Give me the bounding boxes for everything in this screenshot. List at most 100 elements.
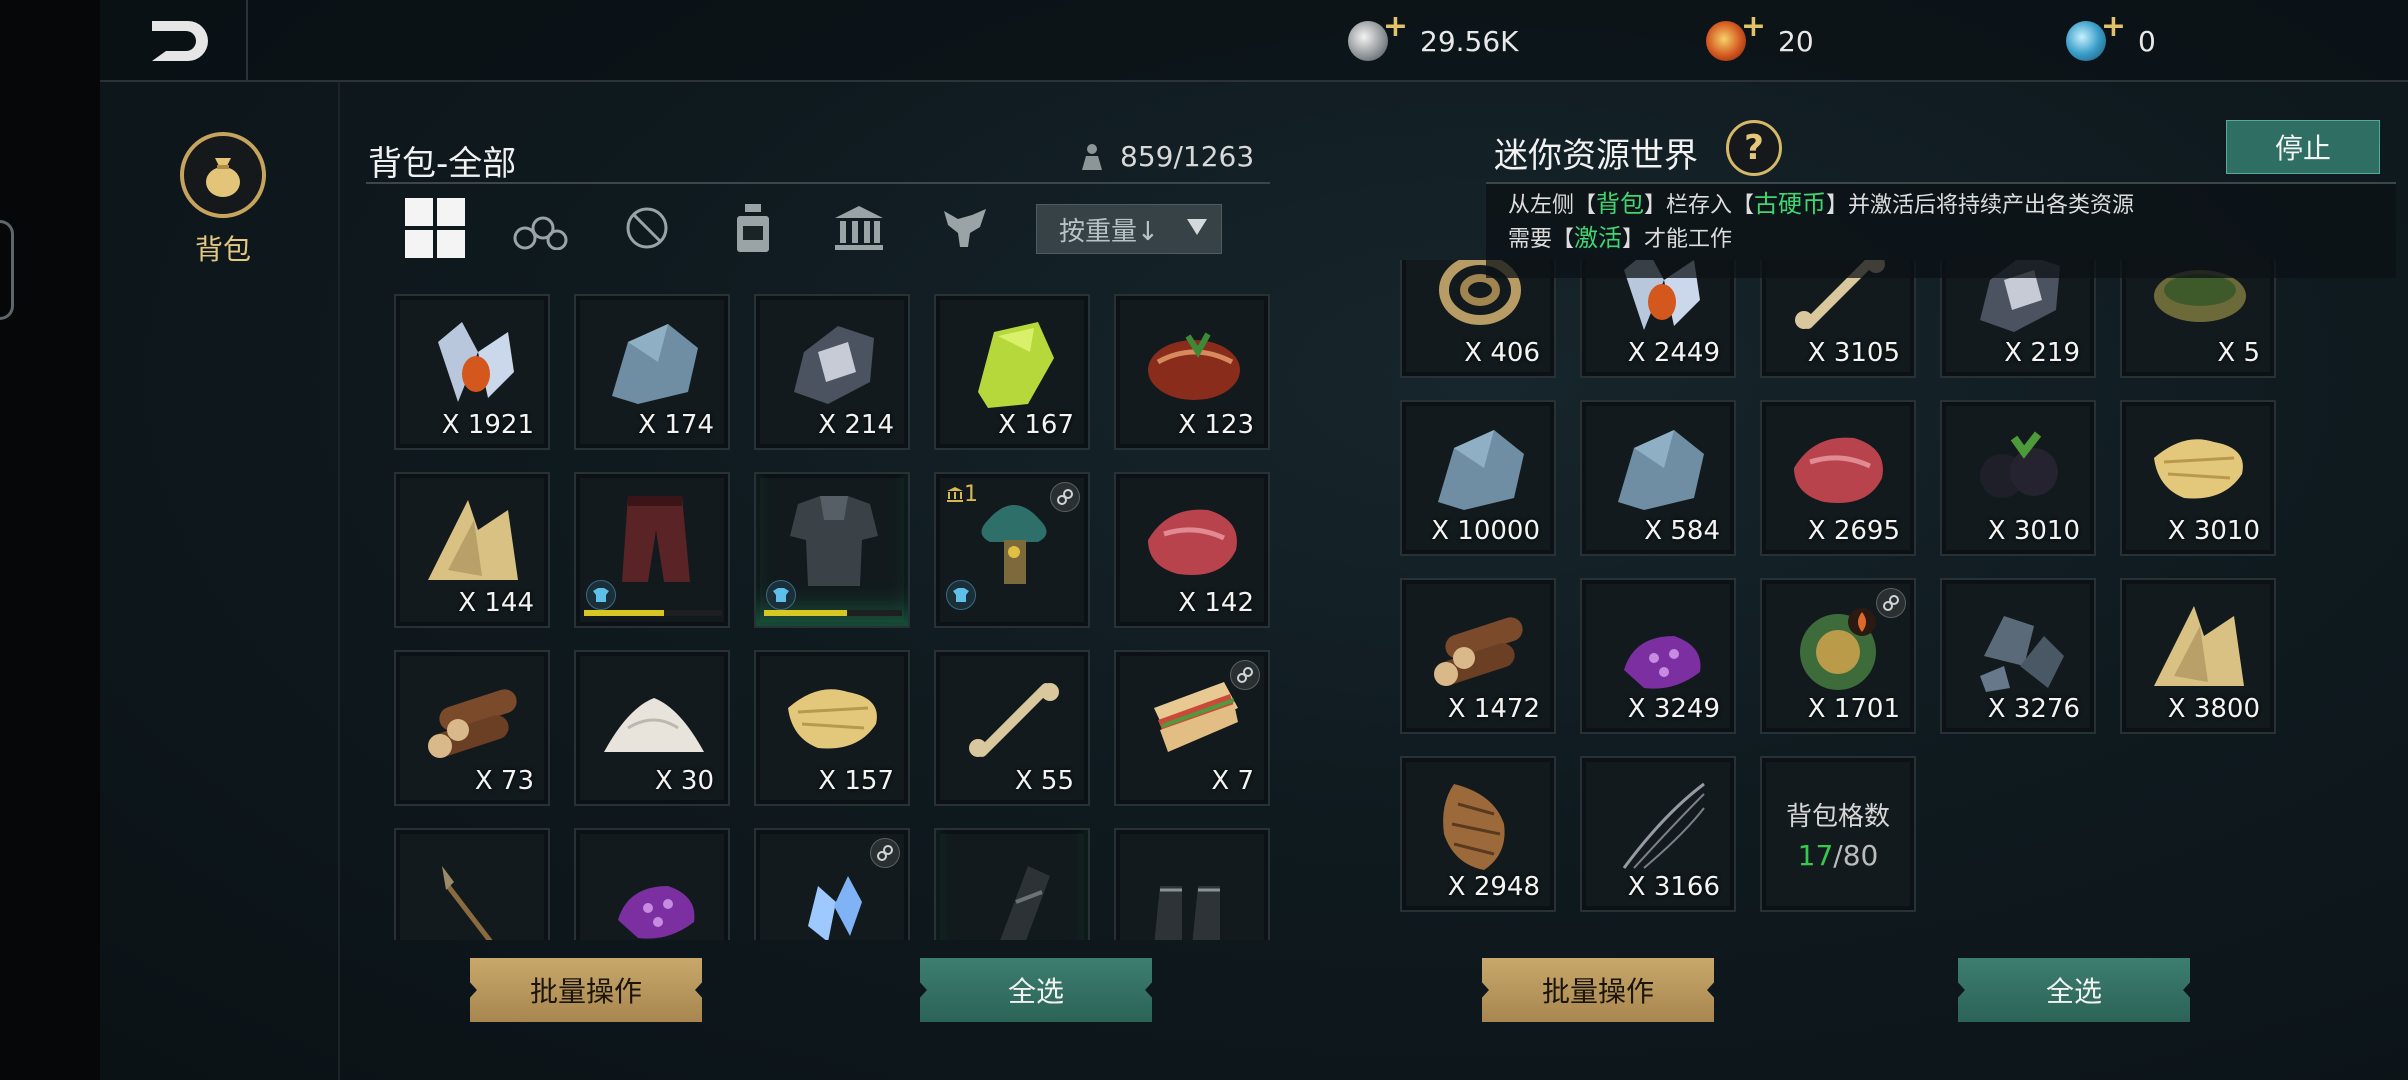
resource-slot[interactable]: X 3800 [2120,578,2276,734]
raw-meat-icon [1148,509,1237,575]
inventory-slot[interactable]: X 142 [1114,472,1270,628]
plus-icon: + [1740,9,1766,44]
dropdown-caret-icon [1187,219,1207,235]
currency-value: 0 [2138,24,2156,58]
currency-silver[interactable]: + 29.56K [1348,9,1519,64]
item-quantity: X 142 [1178,588,1254,618]
resource-slot[interactable]: X 3276 [1940,578,2096,734]
item-quantity: X 144 [458,588,534,618]
inventory-slot[interactable] [934,828,1090,940]
right-batch-button[interactable]: 批量操作 [1482,958,1714,1022]
inventory-slot[interactable]: X 30 [574,650,730,806]
item-quantity: X 3010 [1987,516,2080,546]
durability-bar [584,610,722,616]
building-tag: 1 [946,482,978,507]
left-select-all-button[interactable]: 全选 [920,958,1152,1022]
weight-capacity: 859/1263 [1078,140,1254,173]
resource-slot[interactable]: X 10000 [1400,400,1556,556]
resource-slot[interactable]: X 3010 [2120,400,2276,556]
grid-all-icon [405,198,465,258]
inventory-slot[interactable] [574,472,730,628]
item-quantity: X 3010 [2167,516,2260,546]
currency-red[interactable]: + 20 [1706,9,1814,64]
resource-slot[interactable]: X 2695 [1760,400,1916,556]
desc-text: 从左侧【 [1508,193,1597,218]
item-quantity: X 3166 [1627,872,1720,902]
snake-skin-icon [1443,784,1505,870]
no-tool-icon [626,207,668,249]
equipment-icon [766,580,796,610]
currency-value: 20 [1778,24,1814,58]
capacity-value: 17/80 [1798,839,1879,872]
blue-stone-icon [612,324,698,404]
filter-tools[interactable] [594,196,700,260]
stop-button[interactable]: 停止 [2226,120,2380,174]
inventory-slot[interactable] [754,828,910,940]
link-icon [1050,482,1080,512]
inventory-slot[interactable]: X 55 [934,650,1090,806]
resource-slot[interactable]: X 584 [1580,400,1736,556]
right-select-all-button[interactable]: 全选 [1958,958,2190,1022]
item-quantity: X 55 [1014,766,1074,796]
left-batch-button[interactable]: 批量操作 [470,958,702,1022]
desc-text: 】栏存入【 [1644,193,1755,218]
blue-orb-icon: + [2066,9,2126,61]
filter-consumables[interactable] [700,196,806,260]
green-slime-icon [978,322,1054,408]
inventory-slot[interactable]: X 167 [934,294,1090,450]
inventory-slot[interactable]: X 1921 [394,294,550,450]
resource-slot[interactable]: X 3010 [1940,400,2096,556]
filter-buildings[interactable] [806,196,912,260]
sort-dropdown[interactable]: 按重量↓ [1036,204,1222,254]
inventory-slot[interactable] [574,828,730,940]
inventory-slot[interactable]: X 214 [754,294,910,450]
building-icon [947,487,963,502]
item-quantity: X 7 [1211,766,1254,796]
bag-tab[interactable] [180,132,266,218]
resource-slot[interactable]: X 1472 [1400,578,1556,734]
resource-slot[interactable]: X 3249 [1580,578,1736,734]
item-quantity: X 123 [1178,410,1254,440]
inventory-slot[interactable] [754,472,910,628]
capacity-title: 背包格数 [1785,802,1890,832]
plus-icon: + [2100,9,2126,44]
bag-icon [206,158,240,197]
inventory-slot[interactable] [1114,828,1270,940]
edge-handle [0,220,14,320]
item-quantity: X 5 [2217,338,2260,368]
potion-icon [737,204,769,252]
item-quantity: X 10000 [1431,516,1540,546]
desc-text: 】并激活后将持续产出各类资源 [1826,193,2135,218]
blue-stone-icon [1618,430,1704,510]
silver-coin-icon: + [1348,9,1408,61]
resource-slot[interactable]: X 1701 [1760,578,1916,734]
currency-value: 29.56K [1420,24,1519,58]
inventory-slot[interactable]: X 157 [754,650,910,806]
filter-materials[interactable] [488,196,594,260]
straw-icon [788,689,877,749]
item-quantity: X 30 [654,766,714,796]
item-quantity: X 3105 [1807,338,1900,368]
spear-icon [442,866,493,940]
filter-all[interactable] [382,196,488,260]
inventory-slot[interactable]: X 174 [574,294,730,450]
desc-text: 需要【 [1508,227,1575,252]
back-button[interactable] [130,10,230,72]
orange-crystal-icon [438,322,514,402]
inventory-slot[interactable] [394,828,550,940]
spider-web-icon [1622,782,1705,869]
resource-slot[interactable]: X 2948 [1400,756,1556,912]
desc-highlight: 古硬币 [1754,190,1827,218]
help-button[interactable]: ? [1726,120,1782,176]
inventory-slot[interactable]: X 144 [394,472,550,628]
inventory-slot[interactable]: X 123 [1114,294,1270,450]
inventory-slot[interactable]: X 7 [1114,650,1270,806]
currency-blue[interactable]: + 0 [2066,9,2156,64]
inventory-slot[interactable]: 1 [934,472,1090,628]
filter-pets[interactable] [912,196,1018,260]
item-quantity: X 584 [1644,516,1720,546]
resource-description: 从左侧【背包】栏存入【古硬币】并激活后将持续产出各类资源 需要【激活】才能工作 [1508,188,2134,256]
resource-slot[interactable]: X 3166 [1580,756,1736,912]
inventory-slot[interactable]: X 73 [394,650,550,806]
bracer-icon [1000,866,1050,940]
